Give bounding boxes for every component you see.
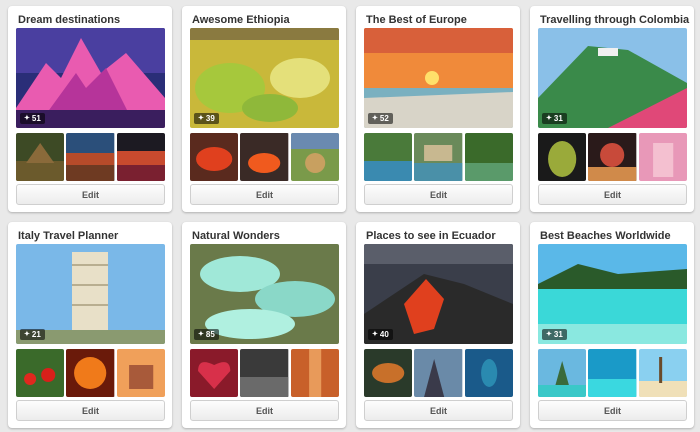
board-cover-image[interactable]: ✦ 39 [190,28,339,128]
board-thumbnail[interactable] [588,133,637,181]
board-thumbnail[interactable] [66,349,115,397]
pin-count: 39 [205,114,215,123]
board-thumbnail[interactable] [364,133,413,181]
board-title[interactable]: Natural Wonders [192,230,342,242]
board-card[interactable]: Dream destinations ✦ 51 Edit [8,6,172,212]
board-cover-image[interactable]: ✦ 31 [538,28,687,128]
board-thumbnail[interactable] [588,349,637,397]
pushpin-icon: ✦ [198,331,204,338]
board-thumbnail[interactable] [414,133,463,181]
board-card[interactable]: Italy Travel Planner ✦ 21 Edit [8,222,172,428]
pin-count-badge: ✦ 31 [542,113,567,124]
board-thumbnails [190,349,339,397]
board-thumbnail[interactable] [364,349,413,397]
board-thumbnails [364,133,513,181]
pin-count-badge: ✦ 85 [194,329,219,340]
board-thumbnails [16,349,165,397]
board-card[interactable]: Travelling through Colombia ✦ 31 Edit [530,6,694,212]
board-card[interactable]: Awesome Ethiopia ✦ 39 Edit [182,6,346,212]
pin-count-badge: ✦ 31 [542,329,567,340]
board-cover-image[interactable]: ✦ 40 [364,244,513,344]
board-cover-image[interactable]: ✦ 51 [16,28,165,128]
board-thumbnail[interactable] [16,349,65,397]
board-thumbnail[interactable] [240,349,289,397]
edit-board-button[interactable]: Edit [364,400,513,421]
edit-board-button[interactable]: Edit [538,184,687,205]
board-thumbnail[interactable] [190,133,239,181]
pin-count: 52 [379,114,389,123]
pushpin-icon: ✦ [372,331,378,338]
board-thumbnail[interactable] [116,133,165,181]
pin-count-badge: ✦ 51 [20,113,45,124]
pin-count: 85 [205,330,215,339]
board-title[interactable]: Travelling through Colombia [540,14,690,26]
board-thumbnail[interactable] [290,349,339,397]
board-thumbnails [364,349,513,397]
board-thumbnail[interactable] [290,133,339,181]
board-title[interactable]: Best Beaches Worldwide [540,230,690,242]
board-thumbnail[interactable] [638,349,687,397]
pin-count: 21 [31,330,41,339]
board-thumbnail[interactable] [464,133,513,181]
edit-board-button[interactable]: Edit [538,400,687,421]
board-thumbnails [190,133,339,181]
pushpin-icon: ✦ [24,331,30,338]
pin-count: 40 [379,330,389,339]
pin-count-badge: ✦ 52 [368,113,393,124]
board-thumbnail[interactable] [16,133,65,181]
board-cover-image[interactable]: ✦ 85 [190,244,339,344]
board-cover-image[interactable]: ✦ 52 [364,28,513,128]
board-title[interactable]: Dream destinations [18,14,168,26]
board-title[interactable]: Places to see in Ecuador [366,230,516,242]
board-card[interactable]: Natural Wonders ✦ 85 Edit [182,222,346,428]
board-card[interactable]: The Best of Europe ✦ 52 Edit [356,6,520,212]
board-thumbnails [16,133,165,181]
pin-count: 31 [553,330,563,339]
board-cover-image[interactable]: ✦ 31 [538,244,687,344]
board-thumbnail[interactable] [414,349,463,397]
edit-board-button[interactable]: Edit [190,400,339,421]
board-card[interactable]: Best Beaches Worldwide ✦ 31 Edit [530,222,694,428]
pin-count: 31 [553,114,563,123]
board-thumbnail[interactable] [116,349,165,397]
board-cover-image[interactable]: ✦ 21 [16,244,165,344]
pushpin-icon: ✦ [546,115,552,122]
pin-count-badge: ✦ 40 [368,329,393,340]
pushpin-icon: ✦ [372,115,378,122]
board-thumbnail[interactable] [190,349,239,397]
pushpin-icon: ✦ [546,331,552,338]
pushpin-icon: ✦ [24,115,30,122]
board-title[interactable]: Italy Travel Planner [18,230,168,242]
edit-board-button[interactable]: Edit [190,184,339,205]
pin-count: 51 [31,114,41,123]
board-thumbnail[interactable] [240,133,289,181]
board-thumbnail[interactable] [66,133,115,181]
board-thumbnail[interactable] [638,133,687,181]
board-thumbnail[interactable] [464,349,513,397]
board-card[interactable]: Places to see in Ecuador ✦ 40 Edit [356,222,520,428]
board-thumbnail[interactable] [538,349,587,397]
pin-count-badge: ✦ 21 [20,329,45,340]
board-thumbnail[interactable] [538,133,587,181]
pin-count-badge: ✦ 39 [194,113,219,124]
board-title[interactable]: The Best of Europe [366,14,516,26]
edit-board-button[interactable]: Edit [16,400,165,421]
edit-board-button[interactable]: Edit [364,184,513,205]
edit-board-button[interactable]: Edit [16,184,165,205]
board-title[interactable]: Awesome Ethiopia [192,14,342,26]
pushpin-icon: ✦ [198,115,204,122]
board-thumbnails [538,133,687,181]
board-thumbnails [538,349,687,397]
